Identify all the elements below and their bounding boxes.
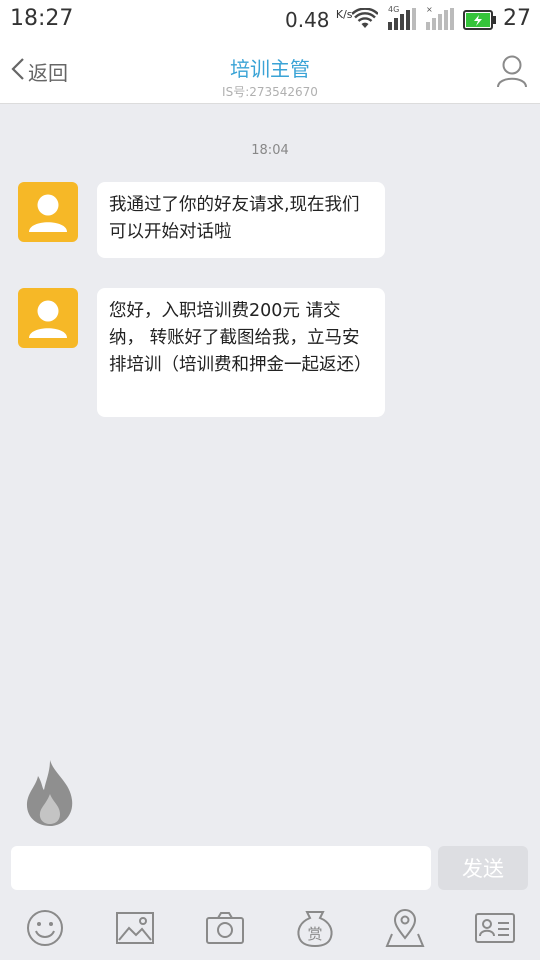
avatar[interactable] (18, 288, 78, 348)
reward-icon: 赏 (294, 911, 336, 952)
status-time: 18:27 (10, 6, 74, 31)
message-bubble[interactable]: 您好，入职培训费200元 请交纳， 转账好了截图给我，立马安排培训（培训费和押金… (97, 288, 385, 417)
reward-label: 赏 (307, 925, 322, 943)
chat-title: 培训主管 (230, 57, 310, 81)
location-button[interactable] (384, 908, 426, 948)
image-icon (114, 912, 156, 952)
message-input[interactable] (11, 846, 431, 890)
burn-after-reading-button[interactable] (22, 758, 78, 828)
wifi-icon (351, 7, 379, 34)
camera-icon (204, 912, 246, 952)
reward-button[interactable]: 赏 (294, 908, 336, 948)
network-speed: 0.48 K/s (285, 8, 353, 32)
avatar-icon (18, 300, 78, 348)
contact-card-button[interactable] (474, 908, 516, 948)
signal-network-label: 4G (388, 5, 400, 14)
message-bubble[interactable]: 我通过了你的好友请求,现在我们可以开始对话啦 (97, 182, 385, 258)
fire-icon (22, 760, 78, 832)
input-toolbar: 赏 (0, 898, 540, 960)
cellular-signal-2-icon: × (426, 5, 454, 34)
image-button[interactable] (114, 908, 156, 948)
chat-header: 返回 培训主管 IS号:273542670 (0, 40, 540, 104)
battery-icon (463, 10, 497, 34)
location-icon (384, 909, 426, 952)
cellular-signal-icon: 4G (388, 5, 416, 34)
chat-subtitle: IS号:273542670 (222, 85, 318, 99)
network-speed-value: 0.48 (285, 8, 330, 32)
avatar[interactable] (18, 182, 78, 242)
profile-button[interactable] (496, 54, 528, 88)
signal-2-label: × (426, 5, 433, 14)
contact-card-icon (474, 913, 516, 952)
status-bar: 18:27 0.48 K/s 4G × 27 (0, 0, 540, 40)
network-speed-unit: K/s (335, 8, 353, 21)
profile-icon (496, 55, 528, 92)
send-button[interactable]: 发送 (438, 846, 528, 890)
camera-button[interactable] (204, 908, 246, 948)
emoji-icon (24, 910, 66, 952)
battery-level: 27 (503, 6, 531, 31)
emoji-button[interactable] (24, 908, 66, 948)
avatar-icon (18, 194, 78, 242)
message-timestamp: 18:04 (251, 143, 289, 158)
message-input-bar: 发送 (0, 838, 540, 898)
